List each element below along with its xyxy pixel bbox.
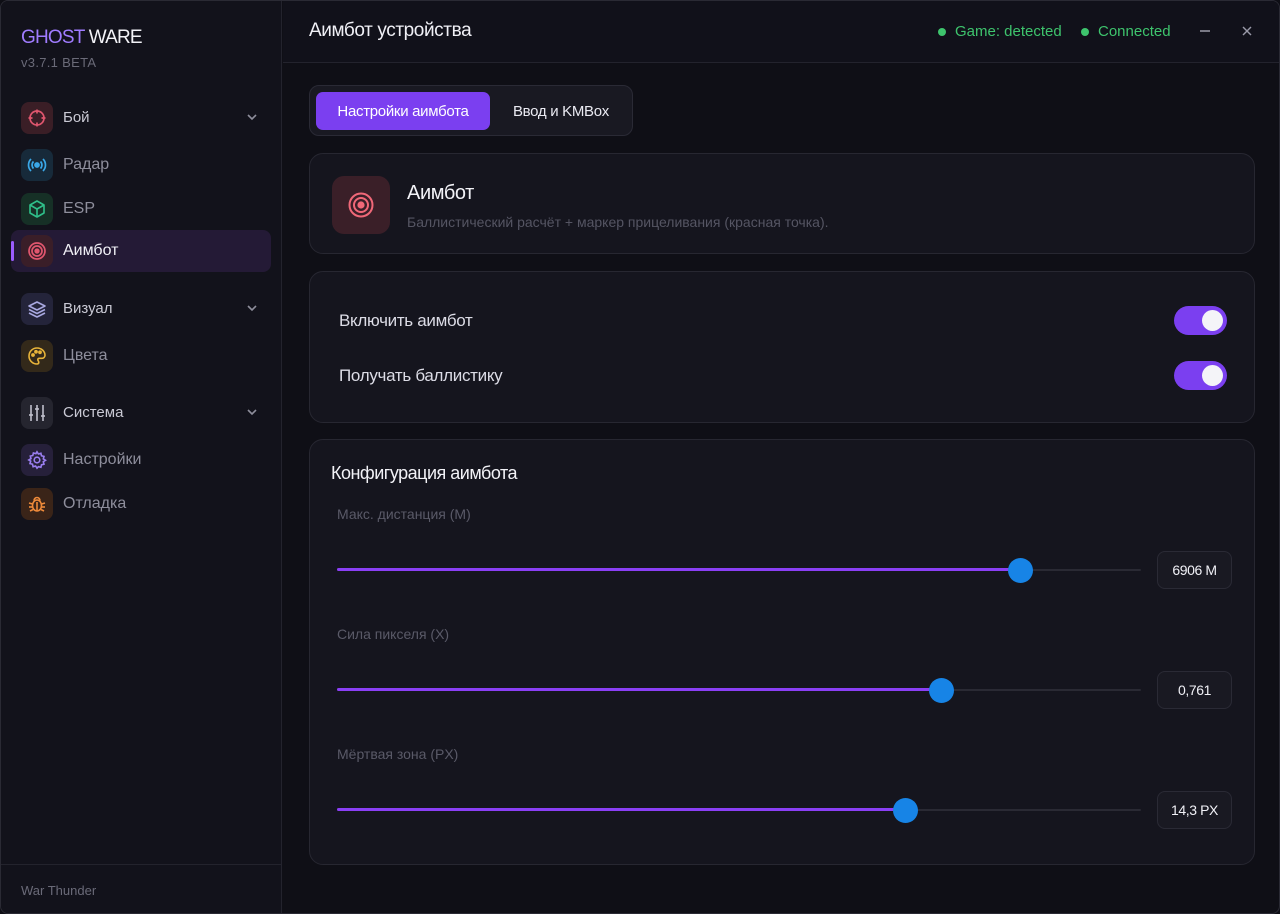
chevron-down-icon: [247, 114, 257, 121]
brand-part2: WARE: [88, 27, 143, 48]
active-indicator: [11, 241, 14, 261]
minimize-icon: [1200, 30, 1210, 32]
status-dot: [1081, 27, 1089, 36]
chevron-down-icon: [247, 305, 257, 312]
sidebar: GHOST WARE v3.7.1 BETA Бой Радар ESP Аим…: [1, 1, 282, 913]
header: Аимбот устройства Game: detected Connect…: [283, 1, 1279, 63]
close-button[interactable]: [1235, 19, 1259, 43]
pixel-strength-slider[interactable]: [337, 678, 1141, 703]
dead-zone-label: Мёртвая зона (PX): [337, 746, 459, 762]
section-title: Конфигурация аимбота: [331, 463, 518, 483]
max-distance-slider[interactable]: [337, 558, 1141, 583]
gear-icon: [21, 444, 53, 476]
card-title: Аимбот: [407, 182, 474, 204]
sidebar-item-settings[interactable]: Настройки: [11, 439, 271, 481]
game-name: War Thunder: [21, 883, 97, 898]
aimbot-info-card: Аимбот Баллистический расчёт + маркер пр…: [309, 153, 1255, 254]
palette-icon: [21, 340, 53, 372]
connection-status-label: Connected: [1098, 23, 1171, 40]
cube-icon: [21, 193, 53, 225]
slider-thumb[interactable]: [1007, 558, 1033, 583]
status-dot: [938, 27, 946, 36]
receive-ballistics-toggle[interactable]: [1174, 361, 1227, 390]
sidebar-item-esp[interactable]: ESP: [11, 188, 271, 230]
sidebar-item-label: Визуал: [63, 300, 113, 317]
chevron-down-icon: [247, 409, 257, 416]
sidebar-item-label: Бой: [63, 109, 90, 126]
sidebar-item-label: Радар: [63, 156, 110, 173]
sidebar-item-combat[interactable]: Бой: [11, 97, 271, 139]
target-icon: [21, 235, 53, 267]
sliders-icon: [21, 397, 53, 429]
brand-logo: GHOST WARE: [21, 27, 143, 49]
game-status-label: Game: detected: [955, 23, 1062, 40]
enable-aimbot-toggle[interactable]: [1174, 306, 1227, 335]
toggles-card: Включить аимбот Получать баллистику: [309, 271, 1255, 423]
slider-fill: [337, 688, 941, 691]
tab-input-kmbox[interactable]: Ввод и KMBox: [494, 92, 628, 130]
enable-aimbot-label: Включить аимбот: [339, 311, 473, 330]
app-version: v3.7.1 BETA: [21, 55, 97, 70]
radar-icon: [21, 149, 53, 181]
page-title: Аимбот устройства: [309, 20, 472, 41]
max-distance-label: Макс. дистанция (М): [337, 506, 471, 522]
tab-bar: Настройки аимбота Ввод и KMBox: [309, 85, 633, 136]
sidebar-item-debug[interactable]: Отладка: [11, 483, 271, 525]
sidebar-item-label: Система: [63, 404, 124, 421]
slider-fill: [337, 808, 905, 811]
game-status: Game: detected: [938, 23, 1062, 40]
sidebar-item-label: Аимбот: [63, 242, 119, 259]
sidebar-item-label: Цвета: [63, 347, 108, 364]
toggle-knob: [1202, 365, 1223, 386]
brand-part1: GHOST: [21, 27, 85, 48]
aimbot-config-card: Конфигурация аимбота Макс. дистанция (М)…: [309, 439, 1255, 865]
sidebar-item-aimbot[interactable]: Аимбот: [11, 230, 271, 272]
slider-thumb[interactable]: [892, 798, 918, 823]
sidebar-item-system[interactable]: Система: [11, 392, 271, 434]
sidebar-item-radar[interactable]: Радар: [11, 144, 271, 186]
connection-status: Connected: [1081, 23, 1171, 40]
slider-fill: [337, 568, 1020, 571]
receive-ballistics-label: Получать баллистику: [339, 366, 503, 385]
sidebar-item-colors[interactable]: Цвета: [11, 335, 271, 377]
sidebar-item-label: Отладка: [63, 495, 127, 512]
slider-thumb[interactable]: [928, 678, 954, 703]
dead-zone-value[interactable]: 14,3 PX: [1157, 791, 1232, 829]
layers-icon: [21, 293, 53, 325]
sidebar-item-label: ESP: [63, 200, 96, 217]
app-window: GHOST WARE v3.7.1 BETA Бой Радар ESP Аим…: [0, 0, 1280, 914]
max-distance-value[interactable]: 6906 M: [1157, 551, 1232, 589]
toggle-knob: [1202, 310, 1223, 331]
tab-aimbot-settings[interactable]: Настройки аимбота: [316, 92, 490, 130]
sidebar-item-label: Настройки: [63, 451, 142, 468]
minimize-button[interactable]: [1193, 19, 1217, 43]
target-icon: [332, 176, 390, 234]
sidebar-item-visual[interactable]: Визуал: [11, 288, 271, 330]
bug-icon: [21, 488, 53, 520]
pixel-strength-value[interactable]: 0,761: [1157, 671, 1232, 709]
card-subtitle: Баллистический расчёт + маркер прицелива…: [407, 214, 829, 230]
pixel-strength-label: Сила пикселя (X): [337, 626, 450, 642]
crosshair-icon: [21, 102, 53, 134]
sidebar-divider: [1, 864, 281, 865]
close-icon: [1242, 26, 1252, 36]
dead-zone-slider[interactable]: [337, 798, 1141, 823]
